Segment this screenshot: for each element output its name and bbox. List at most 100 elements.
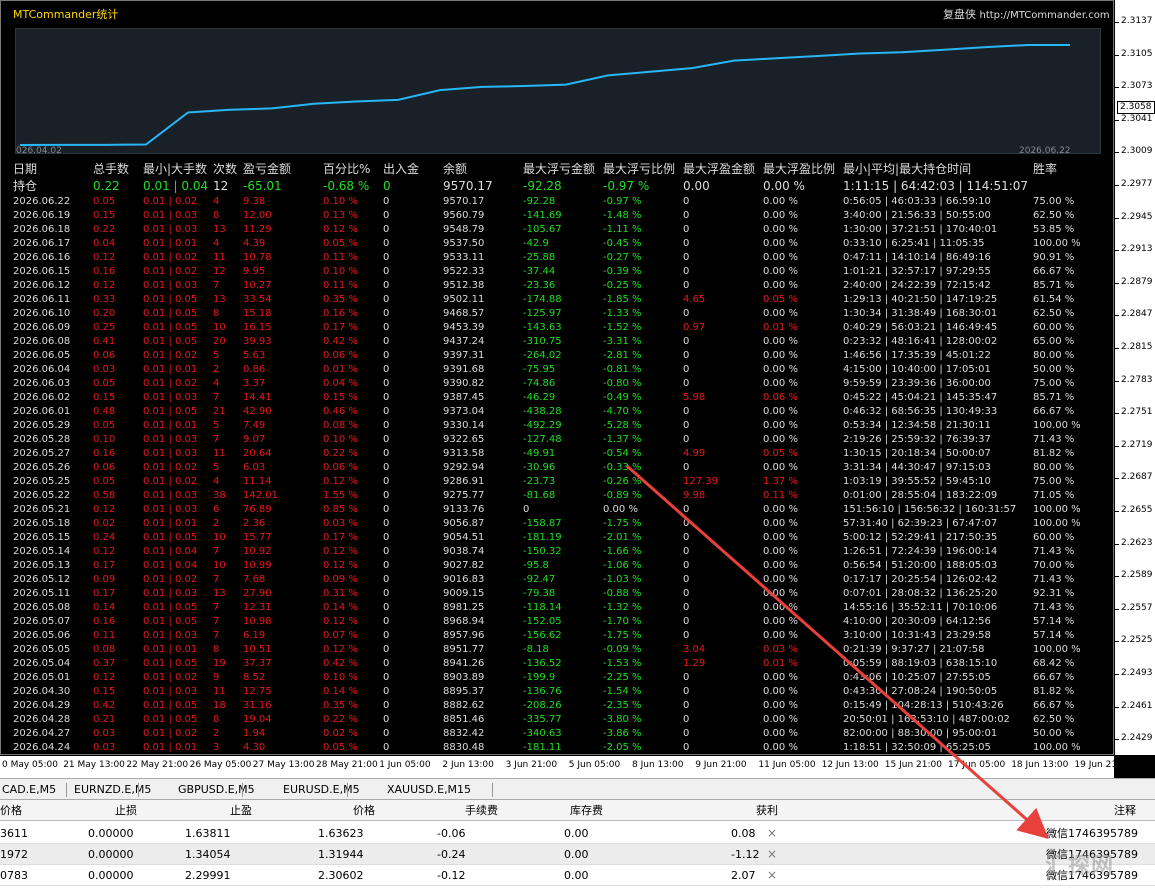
table-cell: 2026.05.18 <box>13 518 71 529</box>
table-cell: 0.05 <box>93 476 116 487</box>
table-cell: 0.00 % <box>763 672 798 683</box>
table-cell: 2026.06.04 <box>13 364 71 375</box>
symbol-tab[interactable]: EURNZD.E,M5 <box>74 783 151 796</box>
table-cell: -23.36 <box>523 280 556 291</box>
table-cell: 2.36 <box>243 518 266 529</box>
symbol-tab[interactable]: CAD.E,M5 <box>2 783 56 796</box>
table-cell: 9330.14 <box>443 420 485 431</box>
table-cell: 0.15 <box>93 392 116 403</box>
table-cell: 0.05 <box>93 196 116 207</box>
table-cell: 0.00 % <box>763 364 798 375</box>
table-cell: 2026.06.10 <box>13 308 71 319</box>
table-cell: 9373.04 <box>443 406 485 417</box>
price-tick-label: 2.2461 <box>1121 700 1153 711</box>
table-cell: 9397.31 <box>443 350 485 361</box>
table-cell: 0.11 % <box>323 252 358 263</box>
order-cell: 1.34054 <box>185 848 231 861</box>
table-cell: 2026.05.15 <box>13 532 71 543</box>
table-cell: 2 <box>213 364 220 375</box>
table-cell: 2026.06.15 <box>13 266 71 277</box>
table-cell: 0.37 <box>93 658 116 669</box>
table-cell: 0.97 <box>683 322 706 333</box>
table-cell: 0 <box>383 336 390 347</box>
holding-cell: -92.28 <box>523 179 562 193</box>
table-cell: 0.01 | 0.05 <box>143 602 198 613</box>
time-axis[interactable]: 0 May 05:00 21 May 13:00 22 May 21:00 26 Ma… <box>0 755 1132 778</box>
table-cell: 0.10 <box>93 434 116 445</box>
table-cell: 0.00 % <box>763 224 798 235</box>
price-tick-label: 2.2879 <box>1121 276 1153 287</box>
price-tick-mark <box>1115 217 1119 219</box>
col-header: 最大浮亏金额 <box>523 162 596 176</box>
price-tick-mark <box>1115 282 1119 284</box>
order-row[interactable]: 0783 0.00000 2.29991 2.30602 -0.12 0.00 2.07 微信… <box>0 865 1155 886</box>
table-cell: 0.03 <box>93 742 116 753</box>
price-tick-mark <box>1115 641 1119 643</box>
table-cell: -92.47 <box>523 574 556 585</box>
table-cell: 2026.05.29 <box>13 420 71 431</box>
table-cell: 0.03 % <box>323 518 358 529</box>
table-cell: 0.01 | 0.01 <box>143 364 198 375</box>
brand-url[interactable]: http://MTCommander.com <box>980 10 1110 21</box>
table-cell: 9322.65 <box>443 434 485 445</box>
table-cell: 0.01 | 0.04 <box>143 546 198 557</box>
table-cell: 7 <box>213 546 220 557</box>
table-cell: 0.00 % <box>763 588 798 599</box>
table-cell: 9038.74 <box>443 546 485 557</box>
table-cell: 0.00 % <box>763 742 798 753</box>
price-tick-label: 2.2815 <box>1121 342 1153 352</box>
table-row: 2026.05.29 0.05 0.01 | 0.01 5 7.49 0.08 % 0 933… <box>1 419 1113 433</box>
table-cell: 9502.11 <box>443 294 485 305</box>
price-tick-mark <box>1115 119 1119 121</box>
table-cell: 0.05 % <box>763 448 798 459</box>
order-row[interactable]: 3611 0.00000 1.63811 1.63623 -0.06 0.00 0.08 微信… <box>0 823 1155 844</box>
orders-col-header: 止盈 <box>230 804 252 817</box>
col-header: 次数 <box>213 162 238 176</box>
table-cell: -42.9 <box>523 238 549 249</box>
table-cell: 9:59:59 | 23:39:36 | 36:00:00 <box>843 378 991 389</box>
table-cell: 0.42 % <box>323 336 358 347</box>
holding-cell: 0.22 <box>93 179 120 193</box>
table-cell: 2026.05.14 <box>13 546 71 557</box>
chart-plot-area[interactable]: MTCommander统计 复盘侠 http://MTCommander.com… <box>0 0 1114 755</box>
table-cell: 2026.06.01 <box>13 406 71 417</box>
table-cell: 0 <box>683 742 690 753</box>
table-cell: 0 <box>383 504 390 515</box>
table-row: 2026.04.29 0.42 0.01 | 0.05 18 31.16 0.35 % 0 8… <box>1 699 1113 713</box>
close-order-icon[interactable]: × <box>767 823 777 844</box>
close-order-icon[interactable]: × <box>767 865 777 886</box>
table-cell: 0.01 | 0.03 <box>143 686 198 697</box>
symbol-tab[interactable]: XAUUSD.E,M15 <box>387 783 471 796</box>
table-row: 2026.05.07 0.16 0.01 | 0.05 7 10.98 0.12 % 0 89… <box>1 615 1113 629</box>
table-cell: 100.00 % <box>1033 644 1081 655</box>
close-order-icon[interactable]: × <box>767 844 777 865</box>
table-cell: 0 <box>683 630 690 641</box>
table-cell: 9016.83 <box>443 574 485 585</box>
table-cell: 0:43:30 | 27:08:24 | 190:50:05 <box>843 686 998 697</box>
table-cell: 0 <box>683 574 690 585</box>
table-cell: 8903.89 <box>443 672 485 683</box>
tab-separator <box>138 783 139 797</box>
table-cell: 9468.57 <box>443 308 485 319</box>
table-cell: 2026.04.29 <box>13 700 71 711</box>
table-cell: 9.07 <box>243 434 266 445</box>
table-cell: 0.16 <box>93 266 116 277</box>
time-tick-label: 27 May 13:00 <box>252 760 315 770</box>
table-cell: 0.01 | 0.02 <box>143 378 198 389</box>
table-cell: 0:47:11 | 14:10:14 | 86:49:16 <box>843 252 991 263</box>
order-row[interactable]: 1972 0.00000 1.34054 1.31944 -0.24 0.00 -1.12 微… <box>0 844 1155 865</box>
symbol-tab[interactable]: GBPUSD.E,M5 <box>178 783 255 796</box>
orders-col-header: 获利 <box>756 804 778 817</box>
order-cell: -0.24 <box>437 848 466 861</box>
time-tick-label: 12 Jun 13:00 <box>821 760 879 770</box>
symbol-tab[interactable]: EURUSD.E,M5 <box>283 783 360 796</box>
table-cell: 6.19 <box>243 630 266 641</box>
table-cell: 0:43:06 | 10:25:07 | 27:55:05 <box>843 672 991 683</box>
table-cell: 10 <box>213 560 226 571</box>
table-cell: 10.98 <box>243 616 272 627</box>
table-cell: 7 <box>213 434 220 445</box>
table-cell: 0:56:54 | 51:20:00 | 188:05:03 <box>843 560 998 571</box>
table-cell: 151:56:10 | 156:56:32 | 160:31:57 <box>843 504 1017 515</box>
table-cell: 0 <box>383 462 390 473</box>
table-cell: 0 <box>383 616 390 627</box>
